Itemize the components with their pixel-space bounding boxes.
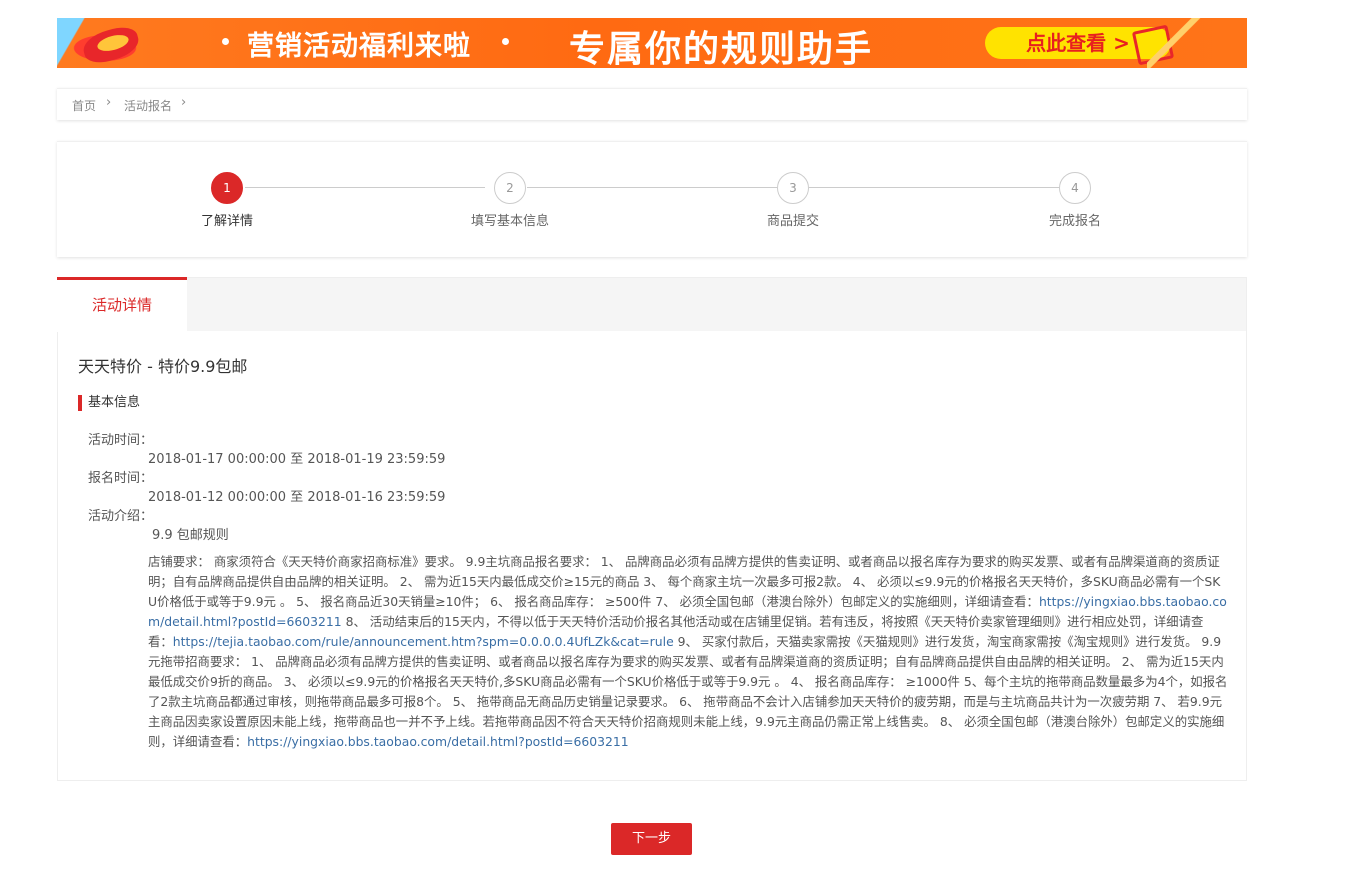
breadcrumb-current[interactable]: 活动报名 xyxy=(124,97,172,114)
activity-title: 天天特价 - 特价9.9包邮 xyxy=(78,357,248,376)
banner-decoration-ribbon xyxy=(1147,18,1207,68)
breadcrumb: 首页 › 活动报名 › xyxy=(57,88,1247,120)
step-3-label: 商品提交 xyxy=(766,214,820,229)
step-2-circle: 2 xyxy=(494,172,526,204)
activity-detail-panel: 活动详情 天天特价 - 特价9.9包邮 基本信息 活动时间： 2018-01-1… xyxy=(57,277,1247,781)
signup-time-label: 报名时间： xyxy=(88,471,154,486)
activity-rules-text: 店铺要求： 商家须符合《天天特价商家招商标准》要求。 9.9主坑商品报名要求： … xyxy=(148,552,1228,752)
step-4-circle: 4 xyxy=(1059,172,1091,204)
step-connector xyxy=(527,187,777,188)
rules-link-tejia[interactable]: https://tejia.taobao.com/rule/announceme… xyxy=(173,634,674,649)
step-1-circle: 1 xyxy=(211,172,243,204)
step-2-label: 填写基本信息 xyxy=(470,214,550,229)
rules-link-postid-2[interactable]: https://yingxiao.bbs.taobao.com/detail.h… xyxy=(247,734,629,749)
chevron-right-icon: › xyxy=(106,95,112,110)
banner-title: 专属你的规则助手 xyxy=(569,29,874,68)
banner-dot xyxy=(222,38,229,45)
step-connector xyxy=(809,187,1059,188)
step-1-label: 了解详情 xyxy=(200,214,254,229)
activity-time-label: 活动时间： xyxy=(88,433,154,448)
step-4-label: 完成报名 xyxy=(1048,214,1102,229)
next-step-button[interactable]: 下一步 xyxy=(611,823,692,855)
tab-bar: 活动详情 xyxy=(57,277,1246,332)
breadcrumb-home-link[interactable]: 首页 xyxy=(72,97,96,114)
progress-steps: 1 2 3 4 了解详情 填写基本信息 商品提交 完成报名 xyxy=(57,141,1247,257)
signup-time-value: 2018-01-12 00:00:00 至 2018-01-16 23:59:5… xyxy=(148,490,446,505)
rules-text-3: 9、 买家付款后，天猫卖家需按《天猫规则》进行发货，淘宝商家需按《淘宝规则》进行… xyxy=(148,634,1228,749)
step-3-circle: 3 xyxy=(777,172,809,204)
chevron-right-icon: › xyxy=(181,95,187,110)
section-title-basic-info: 基本信息 xyxy=(78,395,140,411)
promo-banner[interactable]: 营销活动福利来啦 专属你的规则助手 点此查看 > xyxy=(57,18,1247,68)
banner-subtitle: 营销活动福利来啦 xyxy=(247,31,471,62)
intro-value: 9.9 包邮规则 xyxy=(152,528,229,543)
intro-label: 活动介绍： xyxy=(88,509,154,524)
activity-time-value: 2018-01-17 00:00:00 至 2018-01-19 23:59:5… xyxy=(148,452,446,467)
step-connector xyxy=(245,187,485,188)
banner-decoration-left xyxy=(57,18,177,68)
banner-dot xyxy=(502,38,509,45)
tab-activity-details[interactable]: 活动详情 xyxy=(57,277,187,332)
